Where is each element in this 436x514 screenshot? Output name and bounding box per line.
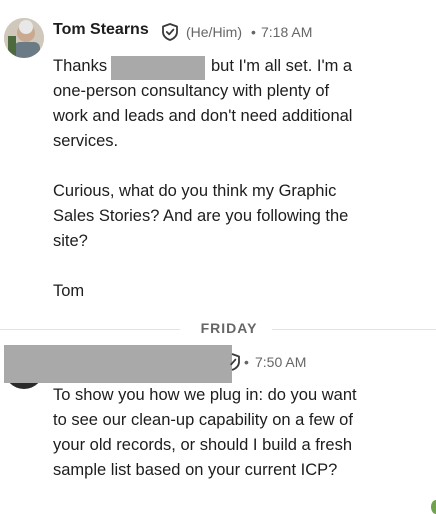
message-time: 7:50 AM (255, 354, 307, 370)
message-line: To show you how we plug in: do you want (53, 386, 357, 404)
message-time: 7:18 AM (261, 24, 313, 40)
day-divider-label: FRIDAY (200, 320, 258, 336)
message-line: Tom (53, 282, 85, 300)
redacted-block (111, 56, 205, 80)
redacted-block (4, 345, 232, 383)
avatar-photo (4, 18, 44, 58)
meta-separator: • (244, 354, 249, 370)
message-line: Thanks (53, 57, 108, 75)
shield-check-icon (162, 23, 178, 41)
meta-separator: • (251, 24, 256, 40)
message-line: Curious, what do you think my Graphic (53, 182, 337, 200)
pronouns: (He/Him) (186, 24, 242, 40)
message-line: services. (53, 132, 119, 150)
divider-line-left (0, 329, 180, 330)
sender-name[interactable]: Tom Stearns (53, 21, 149, 39)
message-line: sample list based on your current ICP? (53, 461, 338, 479)
message-line: Sales Stories? And are you following the (53, 207, 349, 225)
message-line: one-person consultancy with plenty of (53, 82, 330, 100)
message-line: work and leads and don't need additional (53, 107, 353, 125)
divider-line-right (272, 329, 436, 330)
message-line: but I'm all set. I'm a (211, 57, 353, 75)
message-line: your old records, or should I build a fr… (53, 436, 352, 454)
shield-check-icon (230, 353, 240, 371)
message-line: site? (53, 232, 88, 250)
message-line: to see our clean-up capability on a few … (53, 411, 353, 429)
sender-avatar[interactable] (4, 18, 44, 58)
